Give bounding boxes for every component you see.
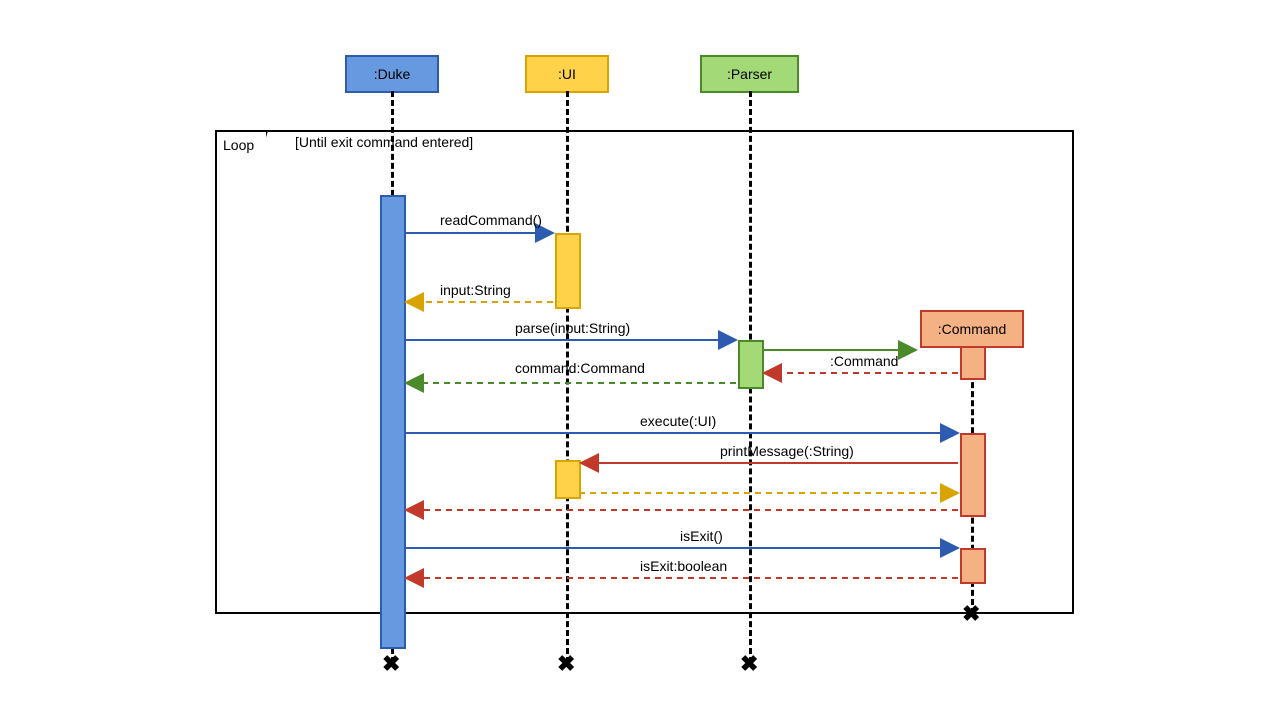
terminate-icon: ✖ bbox=[557, 655, 575, 673]
terminate-icon: ✖ bbox=[382, 655, 400, 673]
msg-readcommand: readCommand() bbox=[440, 212, 542, 228]
msg-inputstring: input:String bbox=[440, 282, 511, 298]
msg-isexit-return: isExit:boolean bbox=[640, 558, 727, 574]
terminate-icon: ✖ bbox=[740, 655, 758, 673]
msg-execute: execute(:UI) bbox=[640, 413, 716, 429]
sequence-diagram: :Duke :UI :Parser :Command Loop [Until e… bbox=[0, 0, 1280, 720]
msg-print: printMessage(:String) bbox=[720, 443, 854, 459]
msg-parse: parse(input:String) bbox=[515, 320, 630, 336]
msg-create: :Command bbox=[830, 353, 898, 369]
msg-command-return: command:Command bbox=[515, 360, 645, 376]
terminate-icon: ✖ bbox=[962, 605, 980, 623]
msg-isexit: isExit() bbox=[680, 528, 723, 544]
